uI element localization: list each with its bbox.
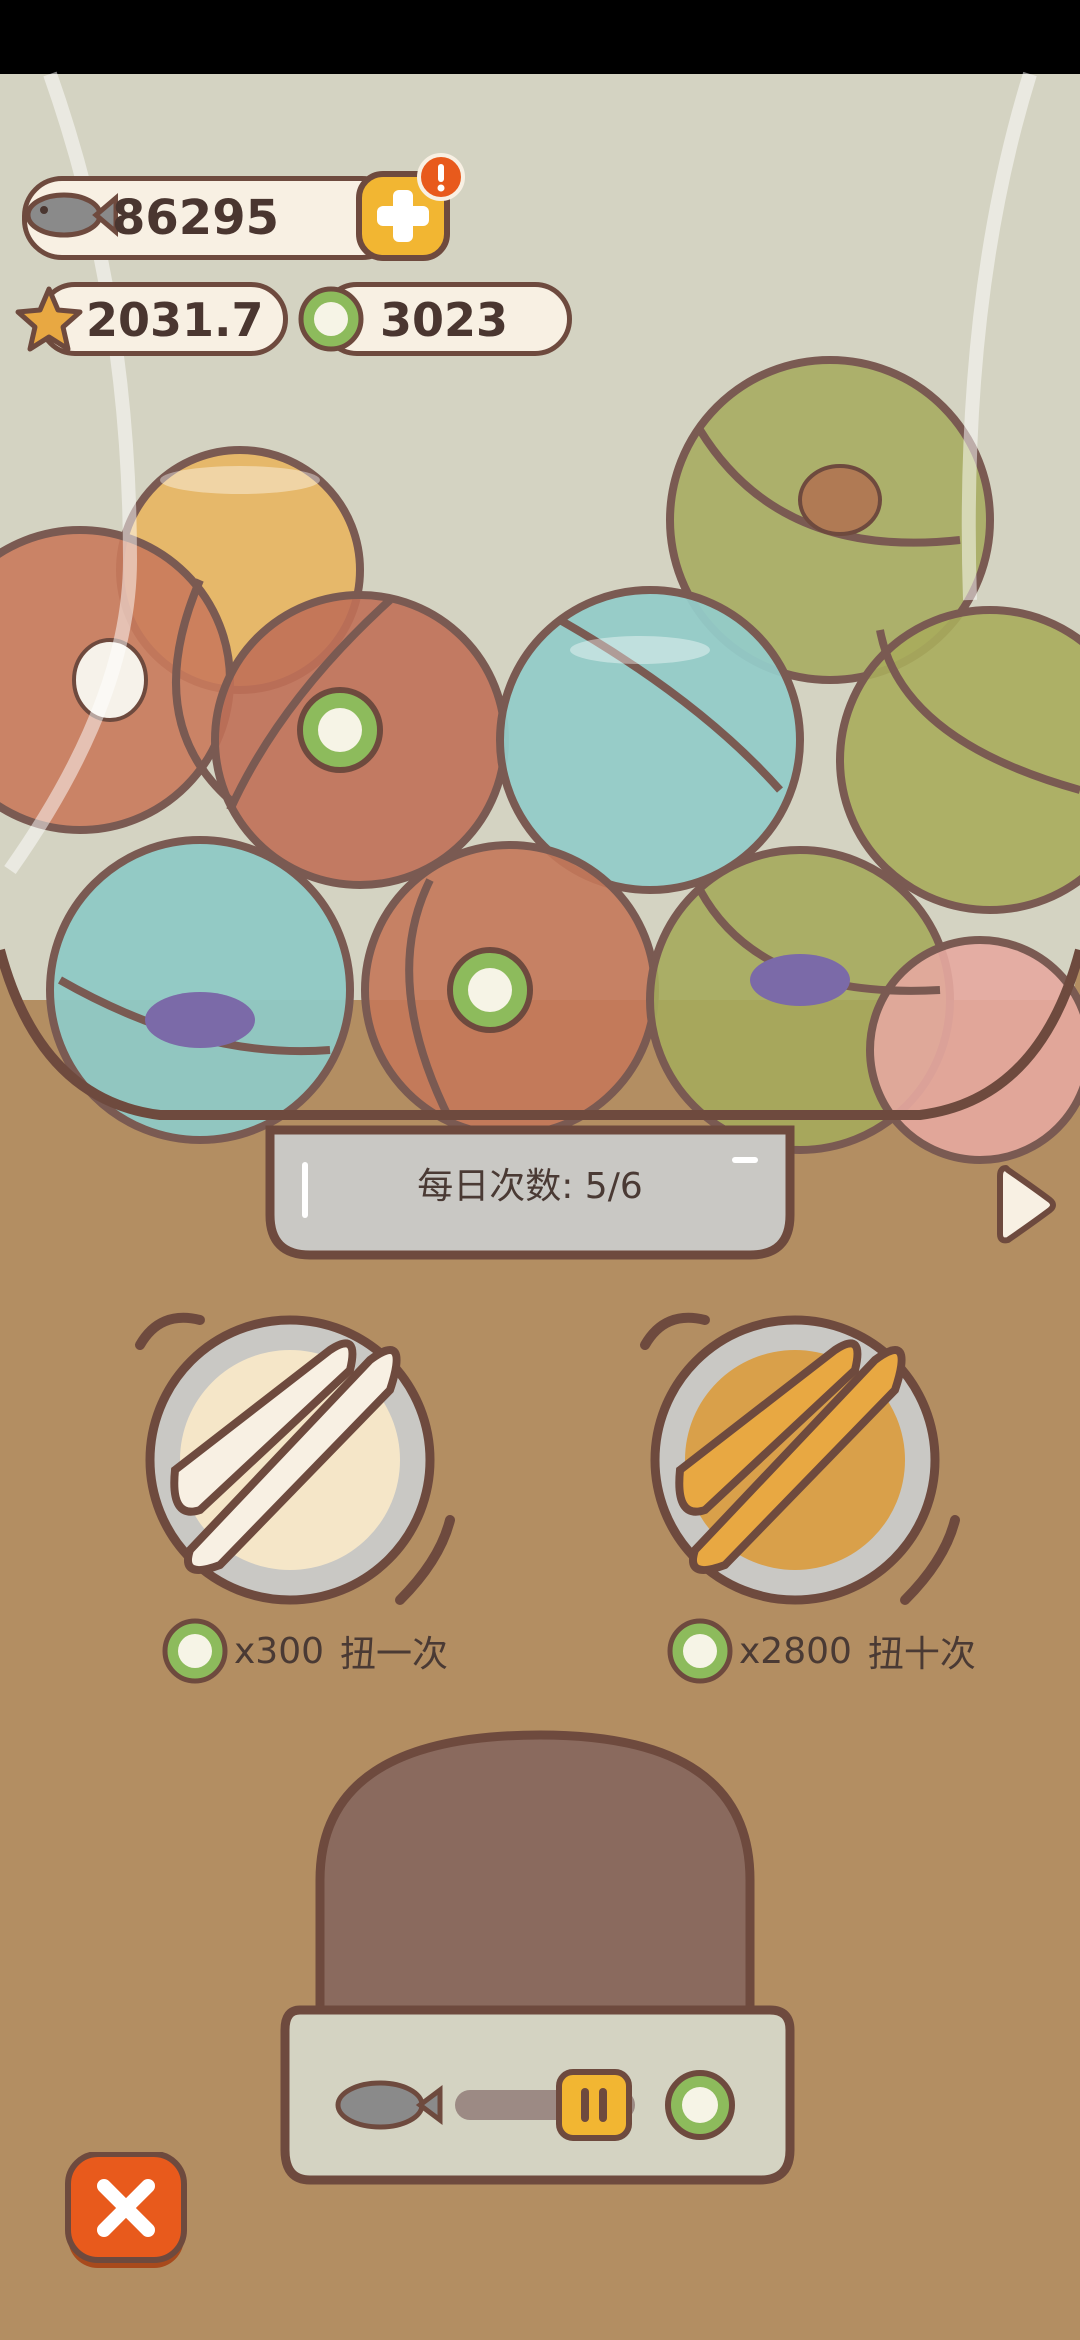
single-pull-label: 扭一次 [340,1634,449,1675]
kiwi-coin-icon [298,286,364,352]
daily-pull-count: 每日次数: 5/6 [417,1166,643,1207]
exchange-slider-handle[interactable] [555,2068,633,2142]
star-amount: 2031.7 [86,293,264,347]
star-icon [15,286,83,352]
close-button[interactable] [64,2151,188,2272]
exclamation-icon [417,153,465,201]
kiwi-coin-icon [162,1618,228,1684]
machine-body [280,1730,795,2185]
single-pull-cost: x300 扭一次 [160,1616,448,1686]
kiwi-coin-icon [667,1618,733,1684]
fish-amount: 86295 [112,190,279,246]
ten-pull-label: 扭十次 [867,1634,976,1675]
ten-pull-cost-multiplier: x2800 [739,1630,852,1672]
next-page-button[interactable] [994,1160,1060,1250]
pause-icon [556,2069,632,2141]
coin-amount: 3023 [380,293,509,347]
chevron-right-icon [997,1165,1056,1244]
fish-icon [25,192,118,238]
single-pull-cost-multiplier: x300 [234,1630,325,1672]
ten-pull-cost: x2800 扭十次 [665,1616,976,1686]
close-icon [65,2151,187,2268]
